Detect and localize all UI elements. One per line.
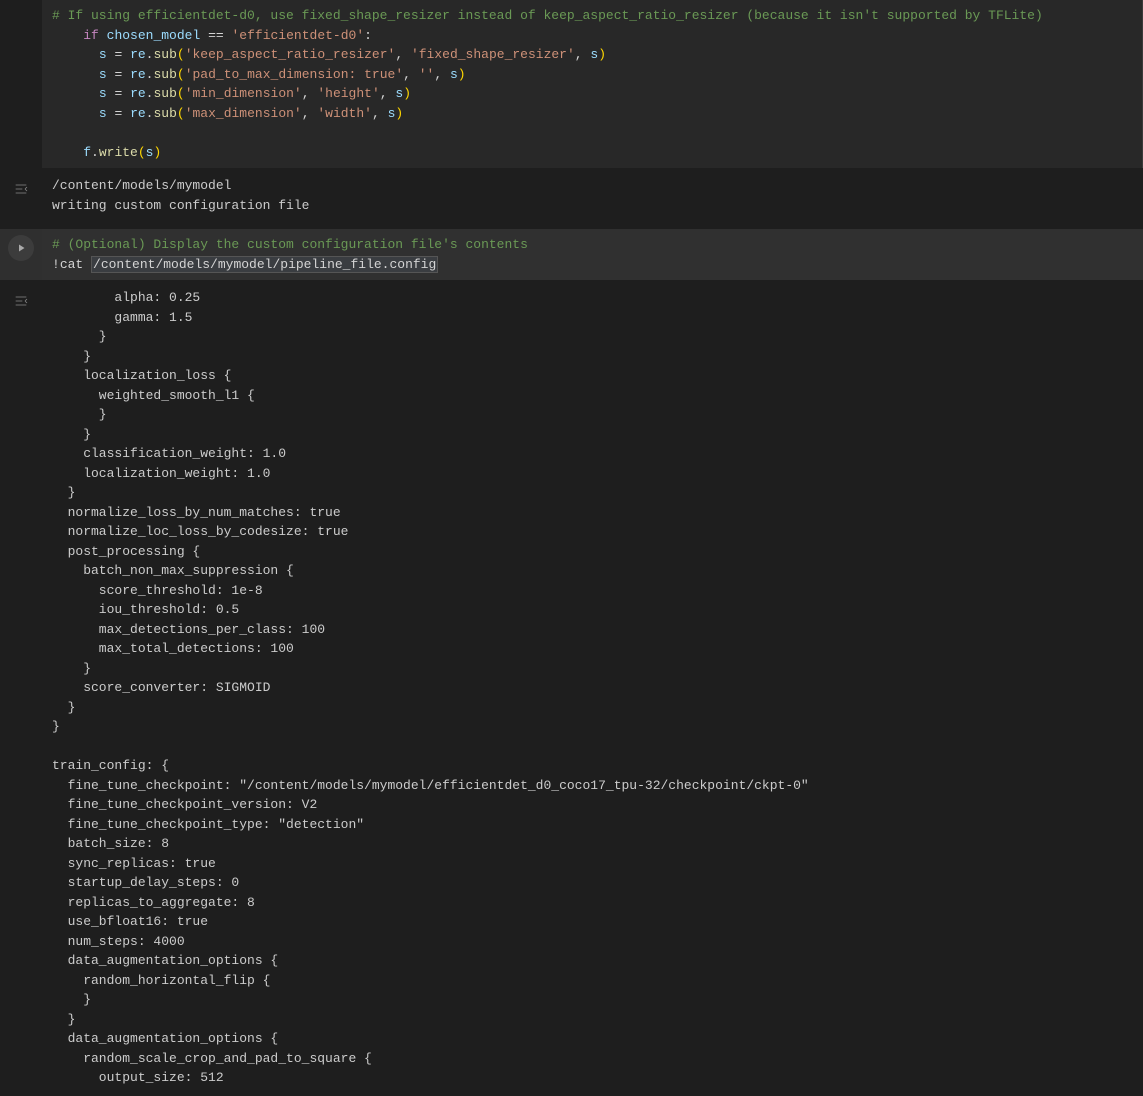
code-var: re — [130, 106, 146, 121]
code-func: sub — [153, 106, 176, 121]
selected-path: /content/models/mymodel/pipeline_file.co… — [91, 256, 438, 273]
cell-gutter — [0, 282, 42, 1094]
code-paren: ) — [395, 106, 403, 121]
code-comma: , — [575, 47, 591, 62]
code-editor-2[interactable]: # (Optional) Display the custom configur… — [42, 229, 1143, 280]
code-comma: , — [302, 86, 318, 101]
code-string: 'fixed_shape_resizer' — [411, 47, 575, 62]
cell-gutter — [0, 229, 42, 280]
code-colon: : — [364, 28, 372, 43]
code-string: 'height' — [317, 86, 379, 101]
code-comment: # If using efficientdet-d0, use fixed_sh… — [52, 8, 1043, 23]
code-var: re — [130, 86, 146, 101]
cell-gutter — [0, 170, 42, 221]
code-comma: , — [434, 67, 450, 82]
code-op: = — [114, 106, 122, 121]
code-paren: ) — [153, 145, 161, 160]
code-comment: # (Optional) Display the custom configur… — [52, 237, 528, 252]
code-comma: , — [395, 47, 411, 62]
code-cell-2: # (Optional) Display the custom configur… — [0, 229, 1143, 280]
code-comma: , — [302, 106, 318, 121]
code-var: chosen_model — [107, 28, 201, 43]
cell-1-output: /content/models/mymodel writing custom c… — [42, 170, 1143, 221]
code-op: = — [114, 86, 122, 101]
cell-2-output-row: alpha: 0.25 gamma: 1.5 } } localization_… — [0, 282, 1143, 1094]
cell-2-output: alpha: 0.25 gamma: 1.5 } } localization_… — [42, 282, 1143, 1094]
code-dot: . — [91, 145, 99, 160]
bang: ! — [52, 257, 60, 272]
output-line: /content/models/mymodel — [52, 178, 231, 193]
output-line: writing custom configuration file — [52, 198, 309, 213]
code-string: '' — [419, 67, 435, 82]
code-var: s — [99, 47, 107, 62]
code-var: s — [99, 67, 107, 82]
code-editor-1[interactable]: # If using efficientdet-d0, use fixed_sh… — [42, 0, 1143, 168]
code-func: sub — [153, 47, 176, 62]
code-var: s — [99, 86, 107, 101]
code-paren: ( — [177, 47, 185, 62]
code-paren: ( — [177, 106, 185, 121]
code-paren: ( — [138, 145, 146, 160]
code-comma: , — [380, 86, 396, 101]
code-paren: ) — [598, 47, 606, 62]
code-op: == — [208, 28, 224, 43]
code-paren: ( — [177, 86, 185, 101]
code-op: = — [114, 67, 122, 82]
code-var: re — [130, 47, 146, 62]
code-func: write — [99, 145, 138, 160]
code-string: 'max_dimension' — [185, 106, 302, 121]
code-var: s — [99, 106, 107, 121]
code-var: s — [450, 67, 458, 82]
code-string: 'efficientdet-d0' — [232, 28, 365, 43]
collapse-output-icon[interactable] — [10, 178, 32, 200]
code-string: 'min_dimension' — [185, 86, 302, 101]
code-string: 'pad_to_max_dimension: true' — [185, 67, 403, 82]
code-func: sub — [153, 67, 176, 82]
code-keyword: if — [83, 28, 99, 43]
code-paren: ) — [458, 67, 466, 82]
code-paren: ) — [403, 86, 411, 101]
code-var: re — [130, 67, 146, 82]
code-string: 'keep_aspect_ratio_resizer' — [185, 47, 396, 62]
code-var: f — [83, 145, 91, 160]
code-func: sub — [153, 86, 176, 101]
code-string: 'width' — [317, 106, 372, 121]
code-comma: , — [403, 67, 419, 82]
code-comma: , — [372, 106, 388, 121]
run-cell-button[interactable] — [8, 235, 34, 261]
cell-1-output-row: /content/models/mymodel writing custom c… — [0, 170, 1143, 221]
cell-gutter — [0, 0, 42, 168]
shell-cmd: cat — [60, 257, 91, 272]
collapse-output-icon[interactable] — [10, 290, 32, 312]
code-paren: ( — [177, 67, 185, 82]
code-cell-1: # If using efficientdet-d0, use fixed_sh… — [0, 0, 1143, 168]
code-op: = — [114, 47, 122, 62]
